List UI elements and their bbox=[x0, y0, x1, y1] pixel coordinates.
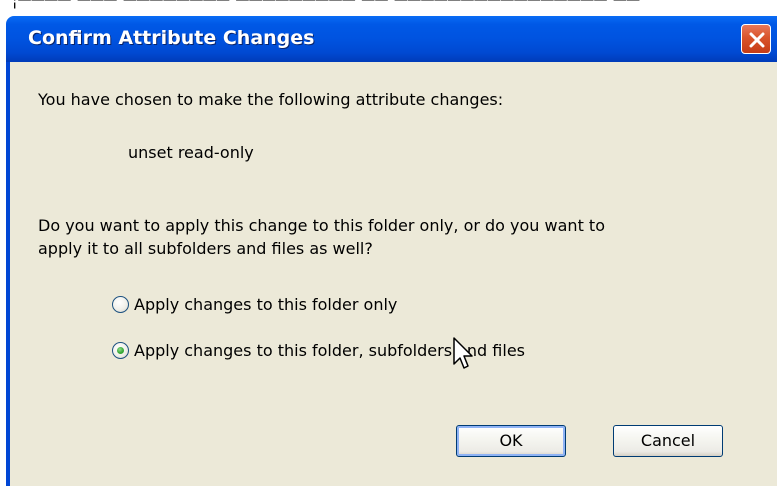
dialog-title: Confirm Attribute Changes bbox=[28, 27, 315, 49]
intro-text: You have chosen to make the following at… bbox=[38, 90, 504, 109]
radio-folder-only[interactable] bbox=[112, 296, 129, 313]
close-button[interactable] bbox=[741, 24, 771, 54]
radio-selected-dot bbox=[117, 347, 124, 354]
radio-folder-subfolders-files[interactable] bbox=[112, 342, 129, 359]
change-text: unset read-only bbox=[128, 143, 254, 162]
cancel-button[interactable]: Cancel bbox=[613, 425, 723, 457]
question-line-1: Do you want to apply this change to this… bbox=[38, 216, 605, 235]
mouse-pointer-icon bbox=[453, 337, 473, 369]
close-icon bbox=[749, 32, 765, 48]
ok-button[interactable]: OK bbox=[456, 425, 566, 457]
title-bar: Confirm Attribute Changes bbox=[6, 16, 777, 62]
background-window-fragment: ¦▀▀▀▀ ▀▀▀ ▀▀▀▀▀▀▀▀ ▀▀▀▀▀▀▀▀▀ ▀▀ ▀▀▀▀▀▀▀▀… bbox=[0, 0, 777, 16]
option-folder-only-label: Apply changes to this folder only bbox=[134, 295, 398, 314]
confirm-attribute-changes-dialog: Confirm Attribute Changes You have chose… bbox=[6, 16, 777, 486]
question-line-2: apply it to all subfolders and files as … bbox=[38, 239, 373, 258]
dialog-body: You have chosen to make the following at… bbox=[10, 62, 777, 486]
